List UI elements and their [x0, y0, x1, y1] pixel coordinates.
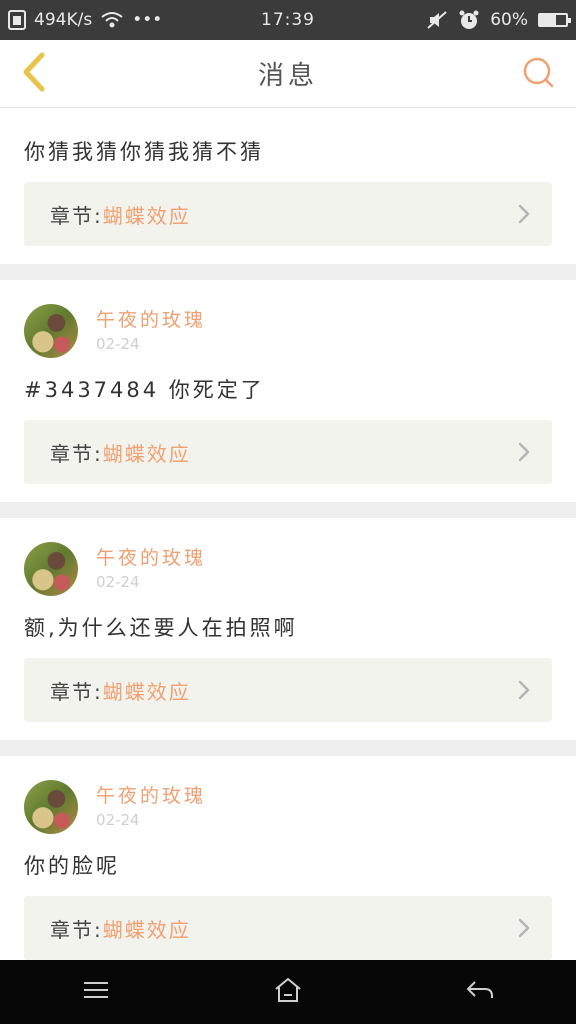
back-arrow-icon	[465, 979, 495, 1005]
user-row: 午夜的玫瑰 02-24	[24, 542, 206, 598]
avatar[interactable]	[24, 542, 78, 596]
message-card: 午夜的玫瑰 02-24 你的脸呢 章节: 蝴蝶效应	[0, 756, 576, 960]
chapter-link[interactable]: 章节: 蝴蝶效应	[24, 182, 552, 246]
chevron-right-icon	[518, 442, 530, 466]
post-date: 02-24	[96, 573, 140, 591]
chapter-link[interactable]: 章节: 蝴蝶效应	[24, 658, 552, 722]
status-right: 60%	[368, 9, 571, 31]
wifi-icon	[100, 11, 124, 29]
mute-icon	[426, 10, 448, 30]
chapter-name: 蝴蝶效应	[102, 441, 191, 466]
avatar[interactable]	[24, 780, 78, 834]
home-button[interactable]	[258, 967, 318, 1017]
alarm-icon	[458, 9, 480, 31]
message-card: 午夜的玫瑰 02-24 #3437484 你死定了 章节: 蝴蝶效应	[0, 280, 576, 502]
user-meta: 午夜的玫瑰 02-24	[96, 780, 206, 830]
username[interactable]: 午夜的玫瑰	[96, 546, 206, 570]
battery-icon	[538, 13, 571, 27]
chapter-name: 蝴蝶效应	[102, 917, 191, 942]
status-left: 494K/s •••	[8, 10, 208, 30]
user-row: 午夜的玫瑰 02-24	[24, 304, 206, 360]
status-time: 17:39	[261, 10, 315, 30]
page-title: 消息	[257, 61, 318, 91]
chevron-right-icon	[518, 680, 530, 704]
username[interactable]: 午夜的玫瑰	[96, 784, 206, 808]
chevron-left-icon	[20, 52, 48, 96]
chapter-link[interactable]: 章节: 蝴蝶效应	[24, 420, 552, 484]
search-button[interactable]	[520, 56, 556, 92]
message-feed[interactable]: 02-24 你猜我猜你猜我猜不猜 章节: 蝴蝶效应 午夜的玫瑰 02-24 #3…	[0, 108, 576, 960]
message-text: 额,为什么还要人在拍照啊	[24, 616, 298, 640]
more-indicator: •••	[132, 10, 163, 30]
top-header: 消息	[0, 40, 576, 108]
menu-button[interactable]	[66, 967, 126, 1017]
post-date: 02-24	[96, 811, 140, 829]
username[interactable]: 午夜的玫瑰	[96, 308, 206, 332]
chapter-label: 章节:	[50, 917, 103, 942]
user-meta: 午夜的玫瑰 02-24	[96, 542, 206, 592]
message-text: 你的脸呢	[24, 854, 120, 878]
chapter-link[interactable]: 章节: 蝴蝶效应	[24, 896, 552, 960]
menu-icon	[82, 980, 110, 1004]
user-row: 午夜的玫瑰 02-24	[24, 780, 206, 836]
user-meta: 午夜的玫瑰 02-24	[96, 304, 206, 354]
message-card: 午夜的玫瑰 02-24 额,为什么还要人在拍照啊 章节: 蝴蝶效应	[0, 518, 576, 740]
chevron-right-icon	[518, 918, 530, 942]
chapter-label: 章节:	[50, 203, 103, 228]
network-speed: 494K/s	[34, 10, 93, 30]
chapter-label: 章节:	[50, 679, 103, 704]
search-icon	[521, 55, 555, 93]
sim-card-icon	[8, 10, 26, 30]
post-date: 02-24	[96, 335, 140, 353]
system-nav-bar	[0, 960, 576, 1024]
message-text: 你猜我猜你猜我猜不猜	[24, 140, 264, 164]
message-text: #3437484 你死定了	[24, 378, 265, 402]
chevron-right-icon	[518, 204, 530, 228]
chapter-label: 章节:	[50, 441, 103, 466]
message-card: 02-24 你猜我猜你猜我猜不猜 章节: 蝴蝶效应	[0, 108, 576, 264]
chapter-name: 蝴蝶效应	[102, 203, 191, 228]
battery-level	[540, 15, 556, 25]
battery-percent: 60%	[490, 10, 528, 30]
nav-back-button[interactable]	[450, 967, 510, 1017]
home-icon	[273, 976, 303, 1008]
back-button[interactable]	[14, 52, 54, 96]
status-bar: 494K/s ••• 17:39 60%	[0, 0, 576, 40]
avatar[interactable]	[24, 304, 78, 358]
chapter-name: 蝴蝶效应	[102, 679, 191, 704]
